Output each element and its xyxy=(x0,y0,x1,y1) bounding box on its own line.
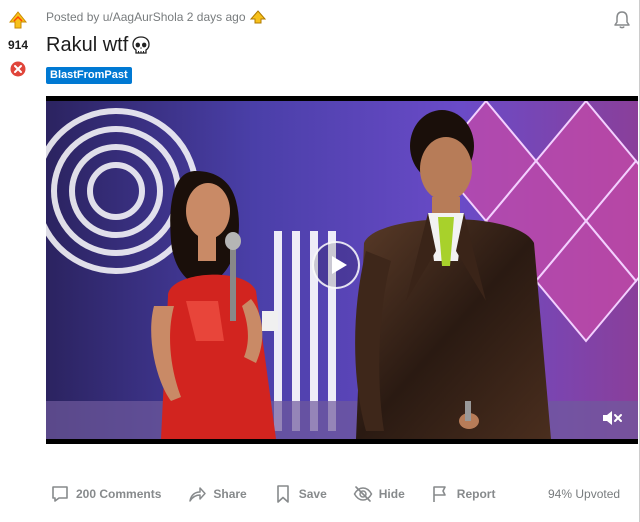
upvote-ratio: 94% Upvoted xyxy=(548,487,621,501)
save-button[interactable]: Save xyxy=(269,480,331,508)
post-actions-bar: 200 Comments Share Save Hide Report xyxy=(46,480,517,508)
play-button[interactable] xyxy=(312,241,360,289)
save-label: Save xyxy=(298,487,327,501)
upvote-arrow-icon[interactable] xyxy=(9,11,27,29)
comments-label: 200 Comments xyxy=(76,487,162,501)
post-meta: Posted by u/AagAurShola 2 days ago xyxy=(46,10,266,24)
share-label: Share xyxy=(213,487,247,501)
posted-by-label: Posted by xyxy=(46,10,100,24)
vote-score: 914 xyxy=(7,38,29,52)
play-icon xyxy=(332,256,347,274)
skull-emoji-icon xyxy=(132,35,150,54)
downvote-x-icon[interactable] xyxy=(10,61,26,77)
hide-label: Hide xyxy=(378,487,405,501)
post-title[interactable]: Rakul wtf xyxy=(46,34,152,57)
post-flair[interactable]: BlastFromPast xyxy=(46,67,132,84)
report-label: Report xyxy=(456,487,496,501)
post-time: 2 days ago xyxy=(186,10,246,24)
bookmark-icon xyxy=(276,485,289,503)
comment-icon xyxy=(52,486,68,502)
comments-button[interactable]: 200 Comments xyxy=(46,480,165,508)
award-icon[interactable] xyxy=(249,10,266,24)
flag-icon xyxy=(432,486,446,502)
mute-icon[interactable] xyxy=(601,408,623,428)
report-button[interactable]: Report xyxy=(427,480,500,508)
bell-icon[interactable] xyxy=(612,10,632,30)
hide-eye-icon xyxy=(353,486,373,502)
video-player[interactable] xyxy=(46,96,638,444)
share-button[interactable]: Share xyxy=(183,480,250,508)
vote-column: 914 xyxy=(0,0,38,522)
hide-button[interactable]: Hide xyxy=(349,480,409,508)
author-link[interactable]: u/AagAurShola xyxy=(103,10,184,24)
post-title-text: Rakul wtf xyxy=(46,34,129,56)
post-card: 914 Posted by u/AagAurShola 2 days ago R… xyxy=(0,0,640,522)
share-icon xyxy=(189,487,207,502)
